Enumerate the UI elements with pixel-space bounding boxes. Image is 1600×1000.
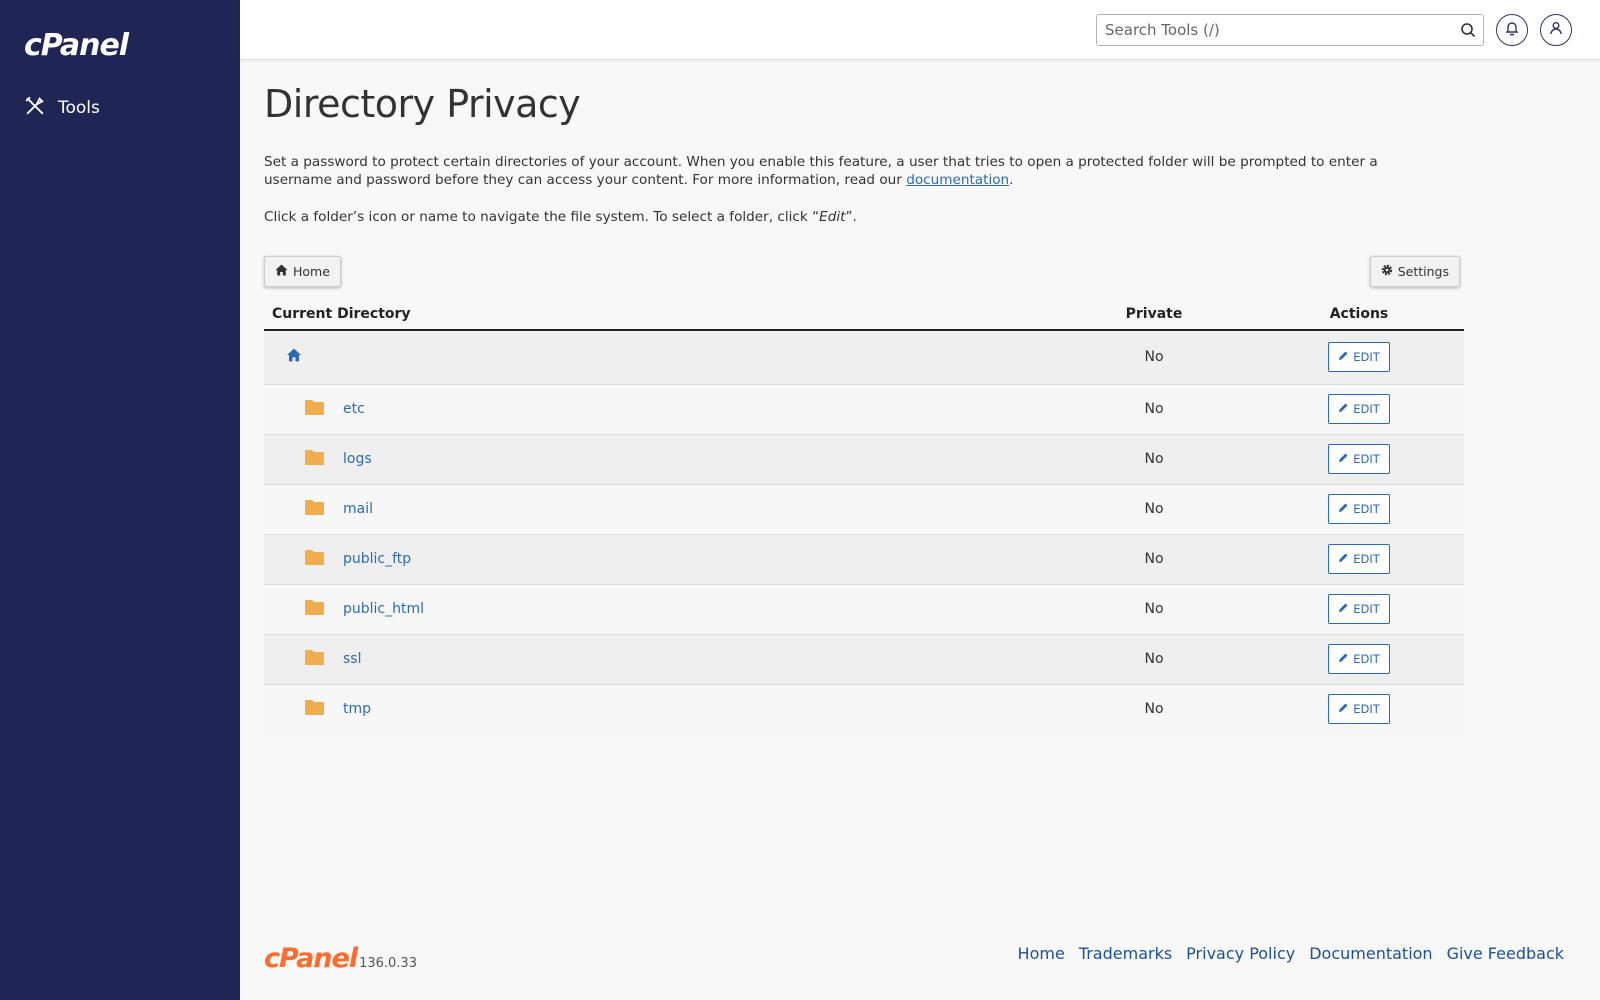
footer-link-trademarks[interactable]: Trademarks (1079, 944, 1172, 963)
footer-links: Home Trademarks Privacy Policy Documenta… (1018, 944, 1564, 963)
folder-icon[interactable] (304, 549, 325, 570)
user-icon (1548, 20, 1564, 40)
private-status: No (1054, 484, 1254, 535)
cpanel-footer-logo[interactable]: cPanel (264, 945, 358, 972)
edit-button[interactable]: EDIT (1328, 494, 1390, 524)
page-hint: Click a folder’s icon or name to navigat… (264, 209, 857, 225)
private-status: No (1054, 534, 1254, 585)
table-row-root: No EDIT (264, 330, 1464, 385)
search-box (1096, 14, 1484, 46)
home-button[interactable]: Home (264, 256, 341, 287)
home-icon (275, 264, 288, 279)
folder-name-link[interactable]: public_ftp (343, 551, 411, 567)
footer-link-home[interactable]: Home (1018, 944, 1065, 963)
folder-icon[interactable] (304, 699, 325, 720)
table-row: tmp No EDIT (264, 684, 1464, 734)
tools-icon (24, 95, 46, 122)
pencil-icon (1338, 452, 1349, 466)
settings-button[interactable]: Settings (1369, 256, 1460, 287)
sidebar: cPanel Tools (0, 0, 240, 1000)
pencil-icon (1338, 350, 1349, 364)
private-status: No (1054, 434, 1254, 485)
table-row: ssl No EDIT (264, 634, 1464, 685)
column-header-directory: Current Directory (264, 298, 1054, 331)
sidebar-item-tools[interactable]: Tools (24, 94, 100, 122)
pencil-icon (1338, 402, 1349, 416)
table-row: logs No EDIT (264, 434, 1464, 485)
edit-button[interactable]: EDIT (1328, 594, 1390, 624)
topbar (240, 0, 1600, 60)
user-menu-button[interactable] (1540, 14, 1572, 46)
table-row: mail No EDIT (264, 484, 1464, 535)
table-row: public_html No EDIT (264, 584, 1464, 635)
pencil-icon (1338, 602, 1349, 616)
folder-icon[interactable] (304, 599, 325, 620)
page-description: Set a password to protect certain direct… (264, 154, 1378, 188)
footer-link-documentation[interactable]: Documentation (1309, 944, 1432, 963)
folder-name-link[interactable]: ssl (343, 651, 361, 667)
private-status: No (1054, 634, 1254, 685)
search-input[interactable] (1097, 15, 1453, 45)
private-status: No (1144, 701, 1164, 718)
footer-link-give-feedback[interactable]: Give Feedback (1447, 944, 1564, 963)
folder-name-link[interactable]: etc (343, 401, 365, 417)
gear-icon (1381, 264, 1393, 279)
directory-table: Current Directory Private Actions No EDI… (264, 298, 1464, 734)
table-row: public_ftp No EDIT (264, 534, 1464, 585)
folder-icon[interactable] (304, 399, 325, 420)
pencil-icon (1338, 652, 1349, 666)
pencil-icon (1338, 552, 1349, 566)
folder-name-link[interactable]: mail (343, 501, 373, 517)
edit-button[interactable]: EDIT (1328, 544, 1390, 574)
footer-link-privacy-policy[interactable]: Privacy Policy (1186, 944, 1295, 963)
page-title: Directory Privacy (264, 82, 581, 126)
bell-icon (1504, 20, 1520, 40)
search-icon[interactable] (1453, 22, 1483, 38)
table-row: etc No EDIT (264, 384, 1464, 435)
folder-name-link[interactable]: tmp (343, 701, 371, 717)
edit-button[interactable]: EDIT (1328, 342, 1390, 373)
table-header: Current Directory Private Actions (264, 298, 1464, 331)
documentation-link[interactable]: documentation (906, 172, 1009, 188)
footer-logo: cPanel 136.0.33 (264, 945, 417, 972)
edit-button[interactable]: EDIT (1328, 394, 1390, 424)
home-directory-icon[interactable] (286, 348, 302, 366)
edit-button[interactable]: EDIT (1328, 694, 1390, 725)
notifications-button[interactable] (1496, 14, 1528, 46)
version-label: 136.0.33 (359, 956, 417, 971)
folder-icon[interactable] (304, 499, 325, 520)
folder-icon[interactable] (304, 649, 325, 670)
edit-button[interactable]: EDIT (1328, 644, 1390, 674)
cpanel-logo[interactable]: cPanel (24, 28, 129, 63)
folder-icon[interactable] (304, 449, 325, 470)
private-status: No (1054, 384, 1254, 435)
column-header-private: Private (1054, 298, 1254, 331)
private-status: No (1054, 584, 1254, 635)
folder-name-link[interactable]: logs (343, 451, 372, 467)
private-status: No (1054, 330, 1254, 385)
sidebar-item-label: Tools (58, 98, 100, 118)
pencil-icon (1338, 502, 1349, 516)
edit-button[interactable]: EDIT (1328, 444, 1390, 474)
folder-name-link[interactable]: public_html (343, 601, 424, 617)
pencil-icon (1338, 702, 1349, 716)
column-header-actions: Actions (1254, 298, 1464, 331)
